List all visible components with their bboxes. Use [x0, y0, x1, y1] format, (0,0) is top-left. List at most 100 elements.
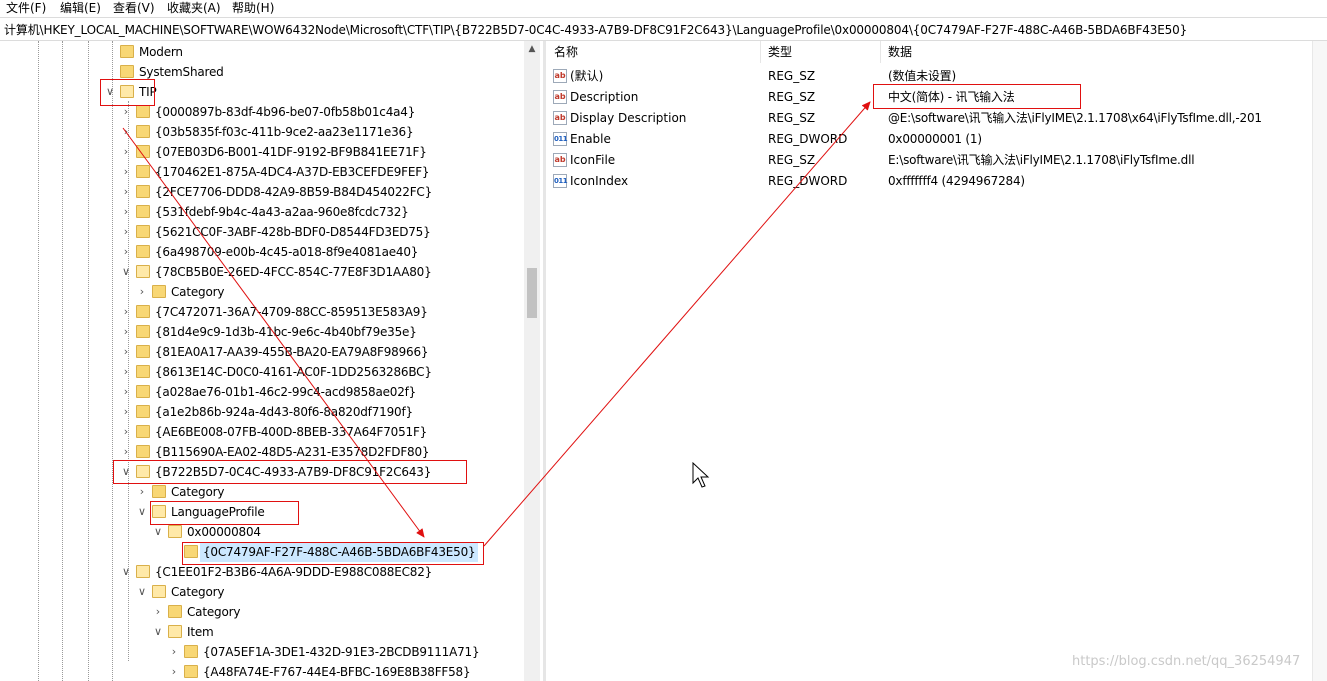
tree-node[interactable]: › {03b5835f-f03c-411b-9ce2-aa23e1171e36} — [0, 122, 520, 142]
column-divider[interactable] — [880, 41, 881, 63]
tree-node[interactable]: › {AE6BE008-07FB-400D-8BEB-337A64F7051F} — [0, 422, 520, 442]
mouse-cursor-icon — [692, 462, 710, 488]
chevron-down-icon[interactable]: ∨ — [152, 622, 164, 642]
chevron-right-icon[interactable]: › — [120, 442, 132, 462]
tree-node-selected[interactable]: {0C7479AF-F27F-488C-A46B-5BDA6BF43E50} — [0, 542, 520, 562]
tree-node-label: {6a498709-e00b-4c45-a018-8f9e4081ae40} — [155, 245, 419, 259]
tree-node[interactable]: › {0000897b-83df-4b96-be07-0fb58b01c4a4} — [0, 102, 520, 122]
tree-node[interactable]: › {2FCE7706-DDD8-42A9-8B59-B84D454022FC} — [0, 182, 520, 202]
chevron-right-icon[interactable]: › — [120, 302, 132, 322]
tree-node[interactable]: › Category — [0, 602, 520, 622]
tree-node-label: TIP — [139, 85, 157, 99]
tree-node[interactable]: › {6a498709-e00b-4c45-a018-8f9e4081ae40} — [0, 242, 520, 262]
tree-node[interactable]: › Category — [0, 482, 520, 502]
column-header-name[interactable]: 名称 — [554, 41, 578, 63]
chevron-right-icon[interactable]: › — [120, 322, 132, 342]
folder-icon — [136, 405, 150, 418]
chevron-down-icon[interactable]: ∨ — [104, 82, 116, 102]
tree-node[interactable]: ∨ {C1EE01F2-B3B6-4A6A-9DDD-E988C088EC82} — [0, 562, 520, 582]
tree-node[interactable]: › {81EA0A17-AA39-455B-BA20-EA79A8F98966} — [0, 342, 520, 362]
value-type: REG_SZ — [768, 69, 816, 83]
chevron-right-icon[interactable]: › — [152, 602, 164, 622]
value-row[interactable]: 011 Enable REG_DWORD 0x00000001 (1) — [547, 129, 1312, 150]
value-row[interactable]: ab Display Description REG_SZ @E:\software\… — [547, 108, 1312, 129]
folder-icon — [152, 505, 166, 518]
tree-node[interactable]: › {B115690A-EA02-48D5-A231-E3578D2FDF80} — [0, 442, 520, 462]
chevron-right-icon[interactable]: › — [120, 162, 132, 182]
chevron-right-icon[interactable]: › — [120, 382, 132, 402]
value-name: IconFile — [570, 153, 616, 167]
tree-node[interactable]: ∨ {78CB5B0E-26ED-4FCC-854C-77E8F3D1AA80} — [0, 262, 520, 282]
tree-node[interactable]: › {5621CC0F-3ABF-428b-BDF0-D8544FD3ED75} — [0, 222, 520, 242]
folder-icon — [136, 125, 150, 138]
tree-node[interactable]: › {170462E1-875A-4DC4-A37D-EB3CEFDE9FEF} — [0, 162, 520, 182]
chevron-right-icon[interactable]: › — [120, 102, 132, 122]
tree-node[interactable]: › {07A5EF1A-3DE1-432D-91E3-2BCDB9111A71} — [0, 642, 520, 662]
pane-splitter[interactable] — [543, 41, 546, 681]
tree-scrollbar[interactable]: ▲ — [524, 41, 540, 681]
chevron-right-icon[interactable]: › — [136, 282, 148, 302]
tree-node[interactable]: › {a1e2b86b-924a-4d43-80f6-8a820df7190f} — [0, 402, 520, 422]
value-row[interactable]: ab (默认) REG_SZ (数值未设置) — [547, 66, 1312, 87]
scroll-up-icon[interactable]: ▲ — [524, 43, 540, 55]
chevron-right-icon[interactable]: › — [120, 242, 132, 262]
scroll-thumb[interactable] — [527, 268, 537, 318]
column-divider[interactable] — [760, 41, 761, 63]
chevron-right-icon[interactable]: › — [120, 402, 132, 422]
tree-node[interactable]: › {a028ae76-01b1-46c2-99c4-acd9858ae02f} — [0, 382, 520, 402]
chevron-down-icon[interactable]: ∨ — [120, 462, 132, 482]
address-path[interactable]: 计算机\HKEY_LOCAL_MACHINE\SOFTWARE\WOW6432N… — [4, 21, 1187, 38]
tree-node[interactable]: › {07EB03D6-B001-41DF-9192-BF9B841EE71F} — [0, 142, 520, 162]
tree-node-label: {81d4e9c9-1d3b-41bc-9e6c-4b40bf79e35e} — [155, 325, 417, 339]
column-header-type[interactable]: 类型 — [768, 41, 792, 63]
tree-node[interactable]: › {81d4e9c9-1d3b-41bc-9e6c-4b40bf79e35e} — [0, 322, 520, 342]
tree-node[interactable]: › {8613E14C-D0C0-4161-AC0F-1DD2563286BC} — [0, 362, 520, 382]
values-list: 名称 类型 数据 ab (默认) REG_SZ (数值未设置) ab Descriptio… — [547, 41, 1312, 681]
tree-node[interactable]: › Category — [0, 282, 520, 302]
chevron-right-icon[interactable]: › — [120, 122, 132, 142]
menu-edit[interactable]: 编辑(E) — [60, 0, 101, 16]
chevron-down-icon[interactable]: ∨ — [120, 562, 132, 582]
tree-node[interactable]: ∨ Category — [0, 582, 520, 602]
menu-help[interactable]: 帮助(H) — [232, 0, 274, 16]
tree-node[interactable]: › {7C472071-36A7-4709-88CC-859513E583A9} — [0, 302, 520, 322]
chevron-down-icon[interactable]: ∨ — [120, 262, 132, 282]
value-row[interactable]: 011 IconIndex REG_DWORD 0xfffffff4 (4294967… — [547, 171, 1312, 192]
tree-node[interactable]: ∨ Item — [0, 622, 520, 642]
chevron-right-icon[interactable]: › — [120, 142, 132, 162]
address-bar[interactable]: 计算机\HKEY_LOCAL_MACHINE\SOFTWARE\WOW6432N… — [0, 17, 1327, 41]
folder-icon — [136, 425, 150, 438]
tree-node[interactable]: ∨ 0x00000804 — [0, 522, 520, 542]
tree-node[interactable]: ∨ LanguageProfile — [0, 502, 520, 522]
chevron-right-icon[interactable]: › — [120, 202, 132, 222]
chevron-right-icon[interactable]: › — [120, 362, 132, 382]
chevron-right-icon[interactable]: › — [120, 422, 132, 442]
tree-node[interactable]: SystemShared — [0, 62, 520, 82]
tree-node-label: {B722B5D7-0C4C-4933-A7B9-DF8C91F2C643} — [155, 465, 432, 479]
chevron-right-icon[interactable]: › — [136, 482, 148, 502]
tree-node-label: Category — [171, 285, 225, 299]
tree-node[interactable]: Modern — [0, 42, 520, 62]
chevron-down-icon[interactable]: ∨ — [152, 522, 164, 542]
tree-node[interactable]: ∨ TIP — [0, 82, 520, 102]
chevron-right-icon[interactable]: › — [120, 182, 132, 202]
folder-icon — [120, 65, 134, 78]
menu-file[interactable]: 文件(F) — [6, 0, 46, 16]
menu-view[interactable]: 查看(V) — [113, 0, 155, 16]
chevron-down-icon[interactable]: ∨ — [136, 502, 148, 522]
value-row[interactable]: ab Description REG_SZ 中文(简体) - 讯飞输入法 — [547, 87, 1312, 108]
chevron-right-icon[interactable]: › — [168, 642, 180, 662]
chevron-right-icon[interactable]: › — [120, 222, 132, 242]
tree-node-label: {a1e2b86b-924a-4d43-80f6-8a820df7190f} — [155, 405, 413, 419]
values-scrollbar[interactable] — [1312, 41, 1327, 681]
tree-node[interactable]: › {531fdebf-9b4c-4a43-a2aa-960e8fcdc732} — [0, 202, 520, 222]
column-header-data[interactable]: 数据 — [888, 41, 912, 63]
menu-favorites[interactable]: 收藏夹(A) — [167, 0, 221, 16]
chevron-right-icon[interactable]: › — [168, 662, 180, 681]
value-row[interactable]: ab IconFile REG_SZ E:\software\讯飞输入法\iFlyIM… — [547, 150, 1312, 171]
tree-node[interactable]: › {A48FA74E-F767-44E4-BFBC-169E8B38FF58} — [0, 662, 520, 681]
chevron-down-icon[interactable]: ∨ — [136, 582, 148, 602]
value-type: REG_SZ — [768, 90, 816, 104]
chevron-right-icon[interactable]: › — [120, 342, 132, 362]
tree-node[interactable]: ∨ {B722B5D7-0C4C-4933-A7B9-DF8C91F2C643} — [0, 462, 520, 482]
